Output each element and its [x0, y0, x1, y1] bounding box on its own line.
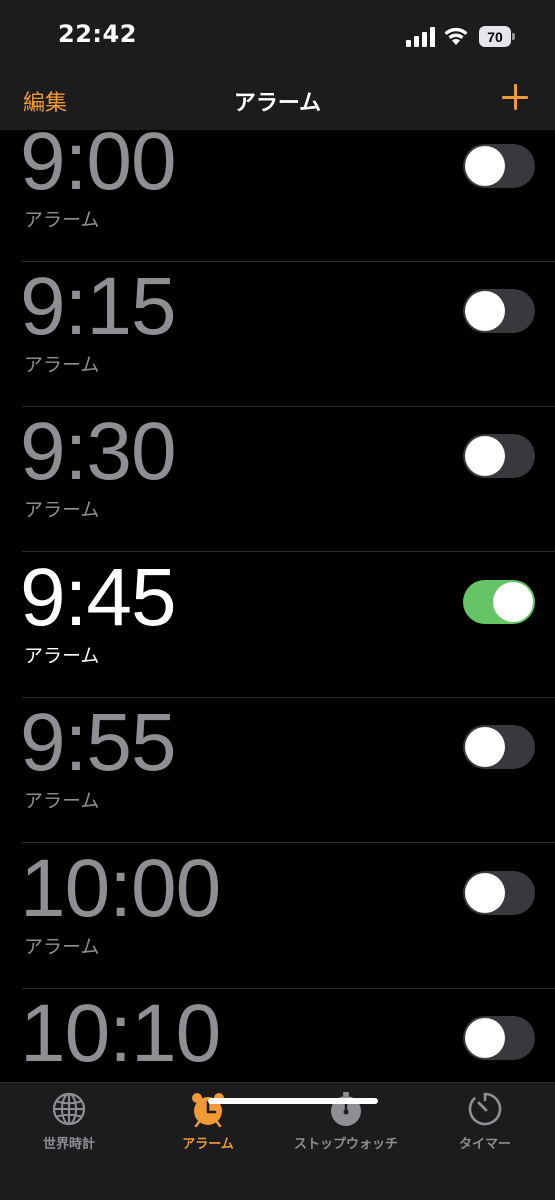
alarm-label: アラーム: [24, 790, 100, 812]
alarm-toggle[interactable]: [463, 725, 535, 769]
stopwatch-icon: [331, 1092, 361, 1126]
alarm-time: 9:30: [20, 406, 177, 497]
alarm-list[interactable]: 9:00 アラーム 9:15 アラーム 9:30 アラーム 9:45 アラーム …: [0, 130, 555, 1082]
alarm-label: アラーム: [24, 209, 100, 231]
alarm-row-3[interactable]: 9:45 アラーム: [0, 553, 555, 698]
alarm-time: 10:10: [20, 988, 221, 1079]
alarm-row-6[interactable]: 10:10: [0, 989, 555, 1082]
tab-label: アラーム: [182, 1137, 234, 1152]
globe-icon: [52, 1092, 86, 1126]
toggle-knob: [465, 146, 505, 186]
tab-world-clock[interactable]: 世界時計: [0, 1091, 138, 1161]
wifi-icon: [444, 27, 468, 45]
battery-icon: 70: [479, 26, 516, 47]
alarm-row-2[interactable]: 9:30 アラーム: [0, 407, 555, 552]
toggle-knob: [465, 727, 505, 767]
timer-icon: [468, 1092, 502, 1126]
toggle-knob: [465, 436, 505, 476]
status-time: 22:42: [58, 20, 137, 48]
navigation-bar: 編集 アラーム: [0, 75, 555, 130]
alarm-time: 9:55: [20, 697, 177, 788]
tab-label: ストップウォッチ: [293, 1137, 398, 1152]
alarm-time: 10:00: [20, 843, 221, 934]
toggle-knob: [465, 1018, 505, 1058]
alarm-label: アラーム: [24, 499, 100, 521]
tab-timer[interactable]: タイマー: [416, 1091, 554, 1161]
toggle-knob: [465, 873, 505, 913]
battery-cap: [512, 33, 515, 40]
tab-label: タイマー: [458, 1137, 511, 1152]
toggle-knob: [493, 582, 533, 622]
alarm-time: 9:15: [20, 261, 177, 352]
alarm-time: 9:45: [20, 552, 177, 643]
alarm-row-1[interactable]: 9:15 アラーム: [0, 262, 555, 407]
signal-icon: [406, 27, 435, 47]
alarm-row-5[interactable]: 10:00 アラーム: [0, 844, 555, 989]
alarm-toggle[interactable]: [463, 289, 535, 333]
alarm-toggle[interactable]: [463, 144, 535, 188]
alarm-label: アラーム: [24, 645, 100, 667]
alarm-toggle[interactable]: [463, 434, 535, 478]
page-title: アラーム: [233, 91, 322, 116]
plus-icon[interactable]: [502, 84, 528, 110]
battery-level: 70: [479, 26, 511, 47]
status-bar: 22:42 70: [0, 0, 555, 75]
alarm-toggle[interactable]: [463, 580, 535, 624]
alarm-clock-icon: [192, 1093, 224, 1127]
alarm-label: アラーム: [24, 936, 100, 958]
alarm-row-4[interactable]: 9:55 アラーム: [0, 698, 555, 843]
alarm-row-0[interactable]: 9:00 アラーム: [0, 130, 555, 262]
alarm-toggle[interactable]: [463, 1016, 535, 1060]
tab-label: 世界時計: [42, 1137, 95, 1152]
alarm-time: 9:00: [20, 130, 177, 207]
toggle-knob: [465, 291, 505, 331]
alarm-label: アラーム: [24, 354, 100, 376]
alarm-toggle[interactable]: [463, 871, 535, 915]
clock-app-screen: 22:42 70 編集 アラーム 9:00 アラーム 9:15 アラーム 9:3…: [0, 0, 555, 1200]
home-indicator[interactable]: [208, 1098, 378, 1104]
